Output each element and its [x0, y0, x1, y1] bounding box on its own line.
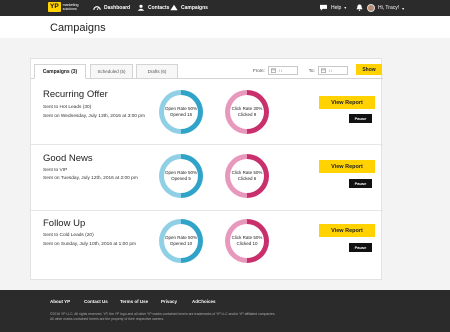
from-label: From: [253, 68, 265, 73]
footer-link-terms[interactable]: Terms of Use [120, 299, 148, 304]
campaigns-icon [170, 4, 178, 11]
brand-logo[interactable]: YP marketing solutions [48, 2, 78, 12]
page-title: Campaigns [50, 22, 106, 34]
clicked-count: Clicked 10 [236, 241, 258, 246]
notifications[interactable] [356, 4, 363, 11]
view-report-button[interactable]: View Report [319, 224, 375, 237]
footer-link-contact[interactable]: Contact Us [84, 299, 108, 304]
pause-button[interactable]: Pause [349, 179, 372, 188]
clicked-count: Clicked 9 [237, 112, 257, 117]
open-rate-ring: Open Rate 50% Opened 10 [159, 219, 203, 263]
chevron-down-icon: ▾ [344, 5, 347, 10]
avatar [367, 4, 375, 12]
open-rate-ring: Open Rate 50% Opened 15 [159, 90, 203, 134]
help-label: Help [331, 4, 342, 11]
clicked-count: Clicked 6 [237, 176, 257, 181]
contacts-icon [137, 4, 145, 11]
show-button[interactable]: Show [356, 64, 382, 75]
from-date-value: / / [278, 68, 283, 73]
footer-link-adchoices[interactable]: AdChoices [192, 299, 216, 304]
campaign-sent-date: Sent on Wednesday, July 13th, 2016 at 3:… [43, 114, 145, 119]
from-date-input[interactable]: / / [267, 66, 298, 75]
date-filter: From: / / To: / / [253, 66, 348, 75]
tab-campaigns[interactable]: Campaigns (3) [34, 64, 86, 79]
click-rate-ring: Click Rate 50% Clicked 6 [225, 154, 269, 198]
nav-campaigns[interactable]: Campaigns [170, 4, 208, 11]
pause-button[interactable]: Pause [349, 243, 372, 252]
calendar-icon [320, 68, 326, 73]
campaign-recipients: Sent to VIP [43, 168, 68, 173]
campaign-sent-date: Sent on Tuesday, July 12th, 2016 at 2:00… [43, 176, 138, 181]
campaign-title[interactable]: Follow Up [43, 218, 85, 229]
chat-icon [320, 4, 327, 11]
calendar-icon [270, 68, 276, 73]
footer-legal: ©2016 YP LLC. All rights reserved. YP, t… [50, 312, 380, 322]
opened-count: Opened 10 [169, 241, 193, 246]
click-rate-ring: Click Rate 50% Clicked 10 [225, 219, 269, 263]
footer-link-about[interactable]: About YP [50, 299, 70, 304]
to-label: To: [308, 68, 315, 73]
opened-count: Opened 5 [171, 176, 191, 181]
help-menu[interactable]: Help ▾ [319, 4, 346, 11]
campaign-recipients: Sent to Hot Leads (30) [43, 105, 92, 110]
campaign-row: Follow Up Sent to Cold Leads (20) Sent o… [31, 211, 383, 277]
opened-count: Opened 15 [169, 112, 193, 117]
campaign-row: Recurring Offer Sent to Hot Leads (30) S… [31, 79, 383, 145]
page-header: Campaigns [0, 16, 450, 38]
campaign-recipients: Sent to Cold Leads (20) [43, 233, 94, 238]
nav-dashboard-label: Dashboard [104, 4, 131, 11]
click-rate-ring: Click Rate 30% Clicked 9 [225, 90, 269, 134]
nav-contacts-label: Contacts [148, 4, 170, 11]
campaign-title[interactable]: Good News [43, 153, 93, 164]
nav-campaigns-label: Campaigns [181, 4, 208, 11]
logo-text-line2: solutions [62, 7, 77, 11]
user-menu[interactable]: Hi, Tracy! ▾ [367, 4, 404, 12]
view-report-button[interactable]: View Report [319, 96, 375, 109]
nav-contacts[interactable]: Contacts [137, 4, 169, 11]
campaign-row: Good News Sent to VIP Sent on Tuesday, J… [31, 145, 383, 211]
top-nav: YP marketing solutions Dashboard Contact… [0, 0, 450, 16]
user-chevron-down-icon: ▾ [402, 5, 405, 11]
open-rate-ring: Open Rate 50% Opened 5 [159, 154, 203, 198]
tab-scheduled[interactable]: Scheduled (5) [90, 64, 133, 79]
campaign-title[interactable]: Recurring Offer [43, 89, 108, 100]
yp-logo-mark: YP [48, 2, 61, 12]
view-report-button[interactable]: View Report [319, 160, 375, 173]
nav-dashboard[interactable]: Dashboard [93, 4, 130, 11]
footer-link-privacy[interactable]: Privacy [161, 299, 177, 304]
user-greeting: Hi, Tracy! [378, 5, 400, 11]
bell-icon [356, 4, 363, 11]
campaigns-panel: Campaigns (3) Scheduled (5) Drafts (6) F… [30, 58, 383, 280]
legal-line-2: All other marks contained herein are the… [50, 317, 165, 321]
to-date-value: / / [328, 68, 333, 73]
footer: About YP Contact Us Terms of Use Privacy… [0, 290, 450, 332]
pause-button[interactable]: Pause [349, 114, 372, 123]
campaign-sent-date: Sent on Sunday, July 10th, 2016 at 1:00 … [43, 242, 136, 247]
to-date-input[interactable]: / / [317, 66, 348, 75]
dashboard-icon [93, 6, 101, 11]
tab-drafts[interactable]: Drafts (6) [136, 64, 178, 79]
